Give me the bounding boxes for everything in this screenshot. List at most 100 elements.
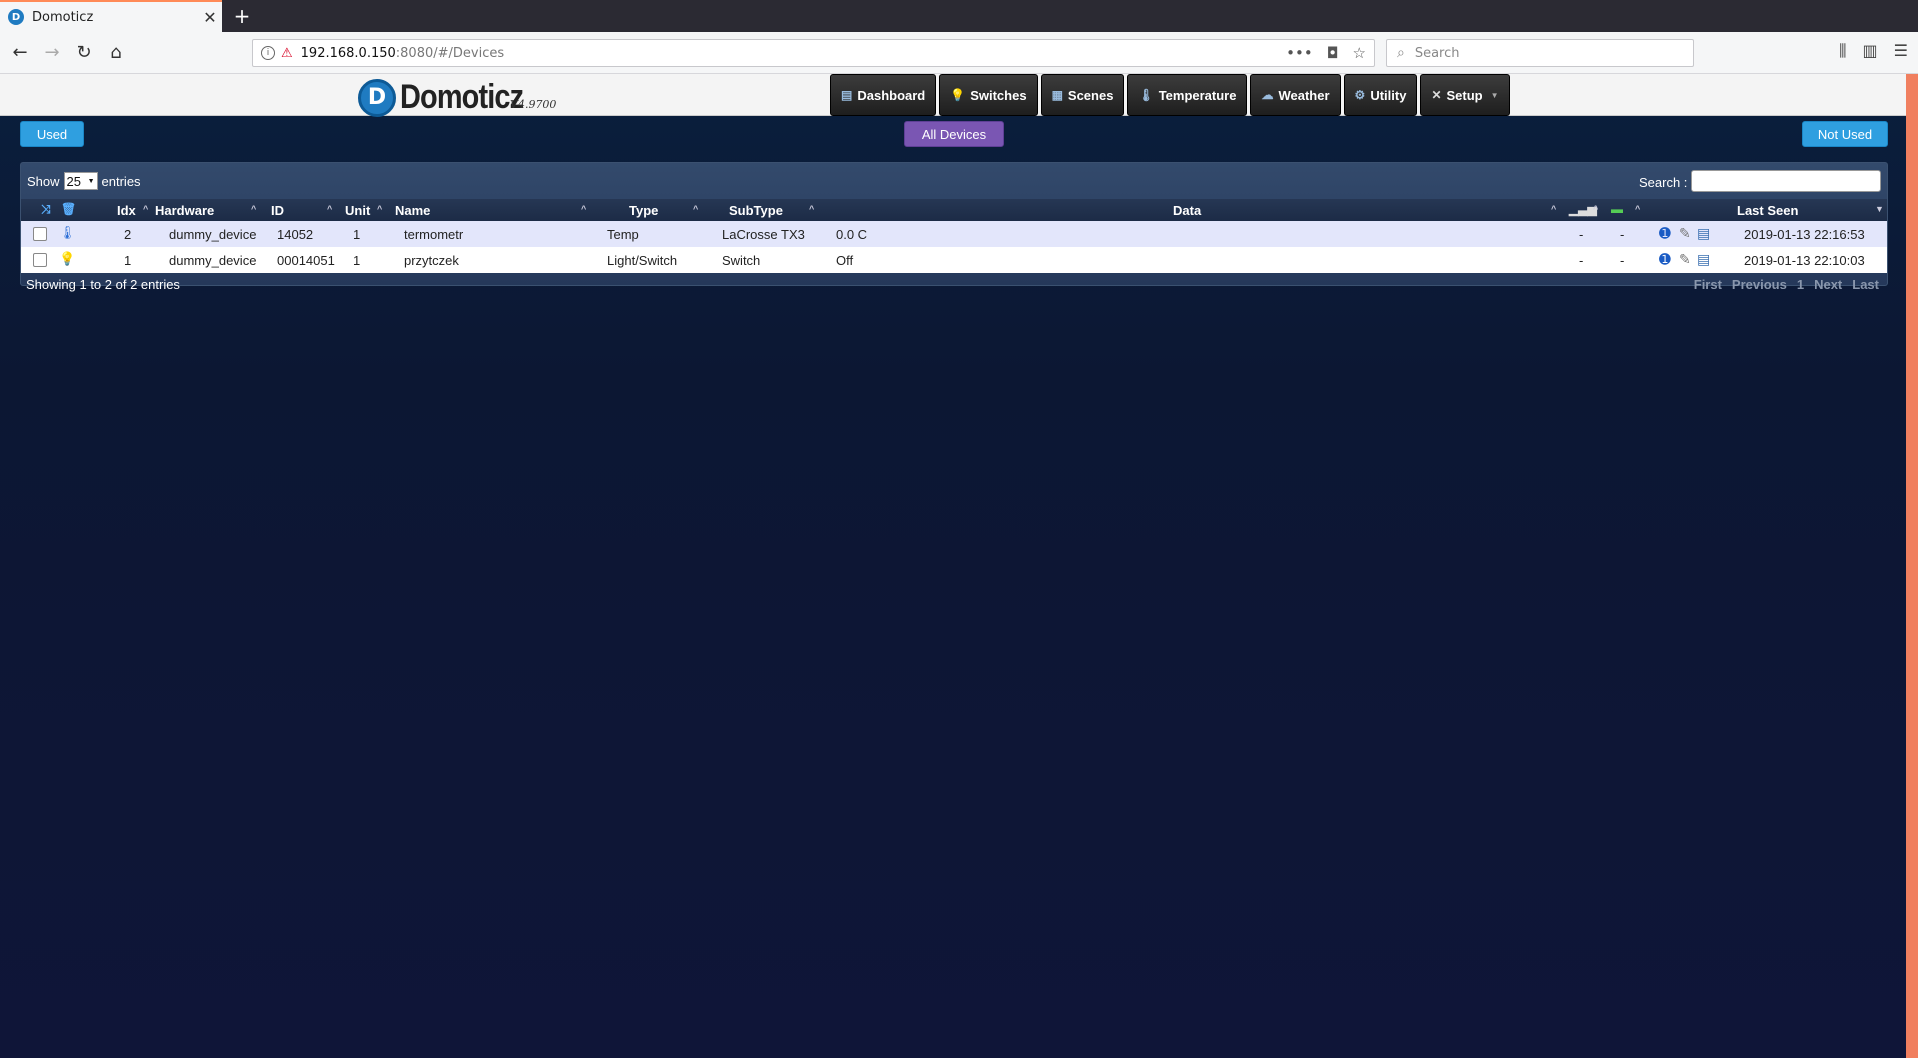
cell-name: termometr: [404, 227, 464, 242]
nav-setup-button[interactable]: ✕ Setup ▼: [1420, 74, 1510, 116]
pocket-icon[interactable]: ◘: [1327, 44, 1339, 62]
sidebar-icon[interactable]: ▥: [1863, 41, 1878, 61]
cell-subtype: Switch: [722, 253, 761, 268]
menu-icon[interactable]: ☰: [1894, 41, 1908, 61]
logo-icon: D: [358, 78, 396, 117]
thermometer-icon: 🌡: [1138, 88, 1154, 102]
sort-asc-icon[interactable]: ^: [327, 204, 332, 214]
filter-not-used-button[interactable]: Not Used: [1802, 121, 1888, 147]
battery-icon[interactable]: ▬: [1611, 202, 1623, 216]
library-icon[interactable]: ⫼: [1839, 41, 1846, 61]
sort-asc-icon[interactable]: ^: [377, 204, 382, 214]
main-navigation: ▤ Dashboard 💡 Switches ▦ Scenes 🌡 Temperatur…: [830, 74, 1510, 116]
col-last-seen[interactable]: Last Seen: [1737, 203, 1798, 218]
filter-used-button[interactable]: Used: [20, 121, 84, 147]
cell-hardware: dummy_device: [169, 227, 257, 242]
nav-weather-button[interactable]: ☁ Weather: [1250, 74, 1341, 116]
search-icon: ⌕: [1397, 45, 1405, 61]
table-search-label: Search :: [1639, 175, 1688, 190]
sort-asc-icon[interactable]: ^: [581, 204, 586, 214]
entries-label: entries: [101, 173, 141, 189]
nav-scenes-button[interactable]: ▦ Scenes: [1040, 74, 1125, 116]
scenes-icon: ▦: [1051, 88, 1063, 102]
cell-data: 0.0 C: [836, 227, 868, 242]
sort-asc-icon[interactable]: ^: [1593, 204, 1598, 214]
log-arrow-icon[interactable]: ➊: [1659, 251, 1671, 268]
table-footer: Showing 1 to 2 of 2 entries First Previo…: [21, 273, 1887, 299]
table-header: ⤨ 🗑 Idx ^ Hardware ^ ID ^ Unit ^ Name ^ …: [21, 199, 1887, 221]
nav-dashboard-button[interactable]: ▤ Dashboard: [830, 74, 937, 116]
page-scrollbar[interactable]: [1906, 74, 1918, 1058]
cell-last-seen: 2019-01-13 22:16:53: [1744, 227, 1865, 242]
back-icon[interactable]: ←: [8, 41, 32, 65]
home-icon[interactable]: ⌂: [104, 41, 128, 65]
row-select-checkbox[interactable]: [33, 227, 47, 241]
table-info: Showing 1 to 2 of 2 entries: [26, 277, 180, 292]
domoticz-logo[interactable]: D Domoticz V4.9700: [358, 78, 556, 117]
nav-switches-button[interactable]: 💡 Switches: [939, 74, 1038, 116]
shuffle-icon[interactable]: ⤨: [41, 202, 51, 217]
trash-icon[interactable]: 🗑: [61, 202, 76, 216]
page-actions-icon[interactable]: •••: [1286, 44, 1313, 62]
pager-previous[interactable]: Previous: [1732, 277, 1787, 292]
col-id[interactable]: ID: [271, 203, 284, 218]
pager-last[interactable]: Last: [1852, 277, 1879, 292]
devices-table-panel: Show 25 ▼ entries Search : ⤨ 🗑 Idx ^ Hard…: [20, 162, 1888, 292]
nav-utility-button[interactable]: ⚙ Utility: [1343, 74, 1418, 116]
dropdown-arrow-icon: ▼: [87, 177, 95, 185]
nav-temperature-button[interactable]: 🌡 Temperature: [1127, 74, 1248, 116]
sort-desc-icon[interactable]: ▼: [1875, 204, 1884, 214]
sort-asc-icon[interactable]: ^: [143, 204, 148, 214]
browser-tab[interactable]: D Domoticz ✕: [0, 0, 222, 32]
cell-data: Off: [836, 253, 854, 268]
reload-icon[interactable]: ↻: [72, 41, 96, 65]
browser-tab-strip: D Domoticz ✕ +: [0, 0, 1918, 32]
close-tab-icon[interactable]: ✕: [198, 8, 222, 27]
browser-search-field[interactable]: ⌕ Search: [1386, 39, 1694, 67]
url-host: 192.168.0.150: [300, 45, 396, 61]
col-idx[interactable]: Idx: [117, 203, 136, 218]
cell-type: Light/Switch: [607, 253, 678, 268]
url-path: :8080/#/Devices: [395, 45, 505, 61]
url-bar[interactable]: i ⚠ 192.168.0.150:8080/#/Devices ••• ◘ ☆: [252, 39, 1375, 67]
edit-pencil-icon[interactable]: ✎: [1679, 251, 1691, 268]
sort-asc-icon[interactable]: ^: [809, 204, 814, 214]
pager-next[interactable]: Next: [1814, 277, 1842, 292]
forward-icon[interactable]: →: [40, 41, 64, 65]
sort-asc-icon[interactable]: ^: [251, 204, 256, 214]
col-hardware[interactable]: Hardware: [155, 203, 214, 218]
show-label: Show: [27, 173, 60, 189]
col-type[interactable]: Type: [629, 203, 658, 218]
pager-page-1[interactable]: 1: [1797, 277, 1804, 292]
col-subtype[interactable]: SubType: [729, 203, 783, 218]
cell-id: 00014051: [277, 253, 335, 268]
table-search-input[interactable]: [1691, 170, 1881, 192]
col-unit[interactable]: Unit: [345, 203, 370, 218]
page-length-select[interactable]: 25 ▼: [63, 172, 98, 190]
bulb-icon: 💡: [950, 88, 966, 102]
edit-pencil-icon[interactable]: ✎: [1679, 225, 1691, 242]
sort-asc-icon[interactable]: ^: [693, 204, 698, 214]
cell-type: Temp: [607, 227, 639, 242]
log-table-icon[interactable]: ▤: [1697, 225, 1710, 242]
col-name[interactable]: Name: [395, 203, 430, 218]
logo-text: Domoticz: [400, 78, 524, 116]
chevron-down-icon: ▼: [1490, 90, 1499, 100]
pager-first[interactable]: First: [1694, 277, 1722, 292]
sort-asc-icon[interactable]: ^: [1635, 204, 1640, 214]
site-info-icon[interactable]: i: [261, 46, 275, 60]
filter-all-devices-button[interactable]: All Devices: [904, 121, 1004, 147]
log-table-icon[interactable]: ▤: [1697, 251, 1710, 268]
new-tab-icon[interactable]: +: [230, 4, 254, 28]
table-row: 🌡 2 dummy_device 14052 1 termometr Temp …: [21, 221, 1887, 247]
bookmark-star-icon[interactable]: ☆: [1353, 44, 1366, 62]
sort-asc-icon[interactable]: ^: [1551, 204, 1556, 214]
cell-idx: 2: [124, 227, 132, 242]
utility-icon: ⚙: [1354, 88, 1366, 102]
row-select-checkbox[interactable]: [33, 253, 47, 267]
cell-signal: -: [1579, 253, 1584, 268]
cell-id: 14052: [277, 227, 314, 242]
log-arrow-icon[interactable]: ➊: [1659, 225, 1671, 242]
app-header: D Domoticz V4.9700 ▤ Dashboard 💡 Switches …: [0, 74, 1906, 117]
col-data[interactable]: Data: [1173, 203, 1201, 218]
